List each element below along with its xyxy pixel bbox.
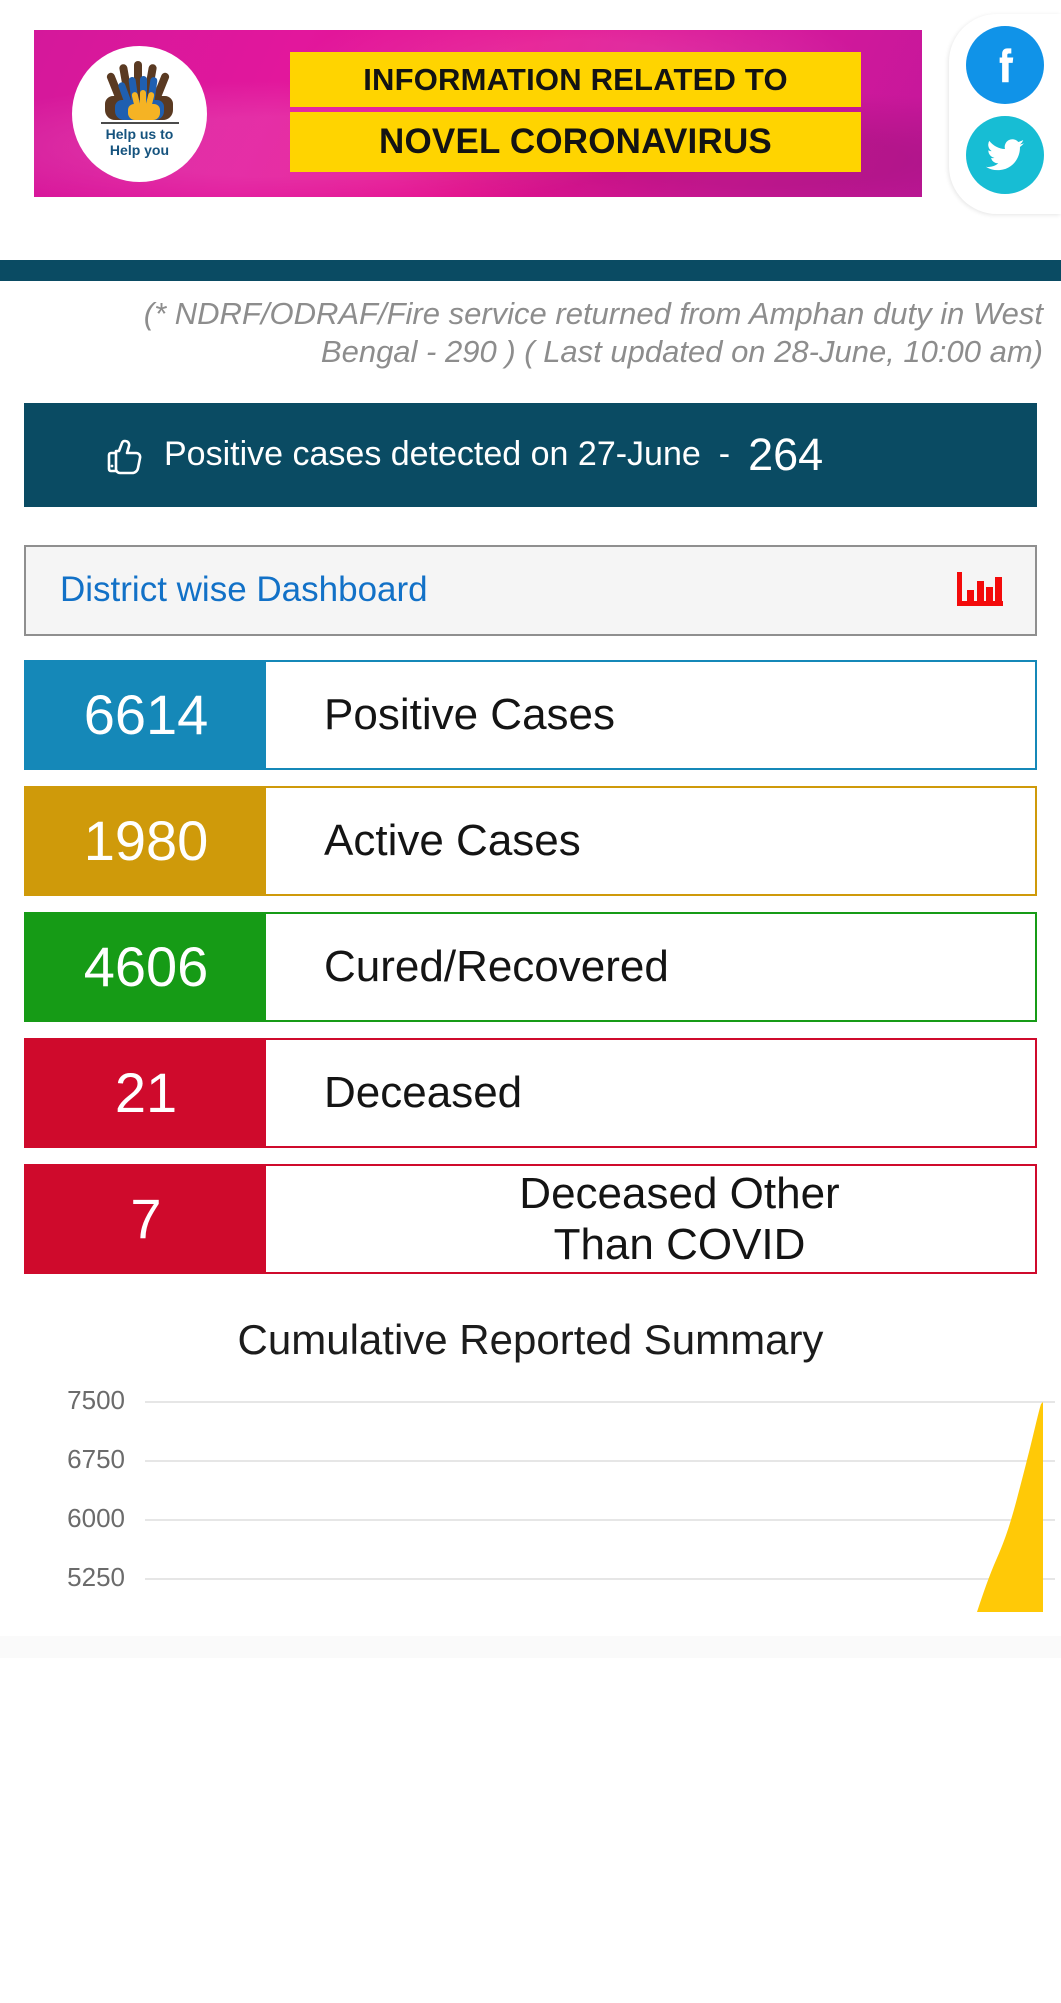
stat-card-active[interactable]: 1980 Active Cases	[24, 785, 1037, 896]
facebook-icon[interactable]	[966, 26, 1044, 104]
social-links-rail	[949, 14, 1061, 214]
logo-caption: Help us to Help you	[105, 126, 174, 158]
positive-strip-count: 264	[748, 428, 824, 480]
stat-label-deceased-other-line2: Than COVID	[553, 1219, 806, 1269]
positive-strip-text: Positive cases detected on 27-June	[164, 435, 701, 474]
header-banner-area: Help us to Help you INFORMATION RELATED …	[0, 0, 1061, 260]
logo-caption-line2: Help you	[109, 141, 170, 158]
chart-bottom-strip	[0, 1635, 1061, 1658]
logo-divider	[100, 122, 179, 124]
stat-value-active: 1980	[26, 787, 266, 894]
twitter-icon[interactable]	[966, 116, 1044, 194]
page-root: Help us to Help you INFORMATION RELATED …	[0, 0, 1061, 2003]
banner-headline-line1: INFORMATION RELATED TO	[290, 52, 861, 107]
chart-area-series	[977, 1401, 1043, 1612]
stat-card-deceased[interactable]: 21 Deceased	[24, 1037, 1037, 1148]
district-wise-dashboard-link[interactable]: District wise Dashboard	[60, 570, 428, 610]
stat-label-deceased: Deceased	[266, 1039, 1035, 1146]
last-updated-note: (* NDRF/ODRAF/Fire service returned from…	[143, 296, 1043, 369]
positive-cases-strip: Positive cases detected on 27-June - 264	[24, 402, 1037, 507]
district-wise-dashboard-row[interactable]: District wise Dashboard	[24, 544, 1037, 636]
stat-card-positive[interactable]: 6614 Positive Cases	[24, 659, 1037, 770]
chart-ytick-2: 6000	[67, 1503, 125, 1534]
stat-label-cured: Cured/Recovered	[266, 913, 1035, 1020]
stat-value-positive: 6614	[26, 661, 266, 768]
pointing-hand-icon	[104, 433, 150, 477]
stat-value-deceased: 21	[26, 1039, 266, 1146]
stat-label-positive: Positive Cases	[266, 661, 1035, 768]
stat-label-deceased-other-line1: Deceased Other	[519, 1168, 840, 1218]
chart-ytick-1: 6750	[67, 1444, 125, 1475]
bar-chart-icon[interactable]	[955, 568, 1007, 612]
covid-info-banner[interactable]: Help us to Help you INFORMATION RELATED …	[34, 30, 922, 197]
logo-caption-line1: Help us to	[105, 126, 174, 142]
chart-ytick-3: 5250	[67, 1562, 125, 1593]
help-us-logo: Help us to Help you	[72, 46, 207, 182]
chart-plot-area: 7500 6750 6000 5250	[0, 1385, 1055, 1612]
cumulative-summary-chart: Cumulative Reported Summary 7500 6750 60…	[0, 1316, 1061, 1658]
teal-divider	[0, 260, 1061, 281]
banner-headline-line2: NOVEL CORONAVIRUS	[290, 112, 861, 172]
summary-cards: 6614 Positive Cases 1980 Active Cases 46…	[24, 659, 1037, 1274]
chart-area-path	[977, 1401, 1043, 1612]
stat-value-cured: 4606	[26, 913, 266, 1020]
stat-value-deceased-other: 7	[26, 1165, 266, 1272]
three-hands-icon	[101, 58, 179, 120]
positive-strip-separator: -	[718, 435, 731, 474]
stat-card-cured[interactable]: 4606 Cured/Recovered	[24, 911, 1037, 1022]
chart-ytick-0: 7500	[67, 1385, 125, 1416]
stat-label-active: Active Cases	[266, 787, 1035, 894]
stat-card-deceased-other[interactable]: 7 Deceased Other Than COVID	[24, 1163, 1037, 1274]
stat-label-deceased-other: Deceased Other Than COVID	[266, 1165, 1035, 1272]
banner-headline: INFORMATION RELATED TO NOVEL CORONAVIRUS	[290, 52, 861, 172]
